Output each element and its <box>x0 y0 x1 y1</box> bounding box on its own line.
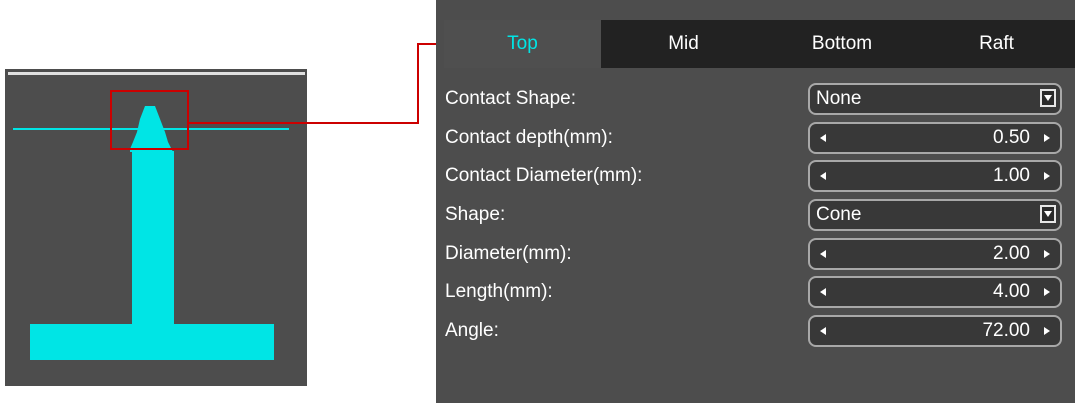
angle-label: Angle: <box>445 320 499 342</box>
setting-row-contact-depth: Contact depth(mm): 0.50 <box>436 119 1075 158</box>
increment-arrow-icon[interactable] <box>1038 240 1056 268</box>
support-column <box>132 151 174 327</box>
dropdown-arrow-icon[interactable] <box>1040 89 1056 107</box>
tab-raft[interactable]: Raft <box>918 20 1075 68</box>
support-preview-canvas <box>8 72 305 360</box>
support-settings-panel: Top Mid Bottom Raft Contact Shape: None … <box>436 0 1075 403</box>
increment-arrow-icon[interactable] <box>1038 162 1056 190</box>
tab-top[interactable]: Top <box>444 20 601 68</box>
increment-arrow-icon[interactable] <box>1038 278 1056 306</box>
increment-arrow-icon[interactable] <box>1038 317 1056 345</box>
tab-bottom[interactable]: Bottom <box>766 20 918 68</box>
diameter-label: Diameter(mm): <box>445 242 572 264</box>
angle-spinner[interactable]: 72.00 <box>808 315 1062 348</box>
diameter-value: 2.00 <box>993 242 1030 264</box>
setting-row-diameter: Diameter(mm): 2.00 <box>436 235 1075 274</box>
setting-row-shape: Shape: Cone <box>436 196 1075 235</box>
increment-arrow-icon[interactable] <box>1038 124 1056 152</box>
contact-diameter-label: Contact Diameter(mm): <box>445 165 643 187</box>
angle-value: 72.00 <box>982 320 1030 342</box>
contact-shape-label: Contact Shape: <box>445 88 576 109</box>
length-spinner[interactable]: 4.00 <box>808 276 1062 309</box>
contact-shape-select[interactable]: None <box>808 83 1062 115</box>
setting-row-length: Length(mm): 4.00 <box>436 273 1075 312</box>
plate-line <box>8 72 305 75</box>
setting-row-contact-diameter: Contact Diameter(mm): 1.00 <box>436 157 1075 196</box>
contact-diameter-spinner[interactable]: 1.00 <box>808 160 1062 193</box>
length-value: 4.00 <box>993 281 1030 303</box>
dropdown-arrow-icon[interactable] <box>1040 205 1056 224</box>
shape-value: Cone <box>816 204 862 226</box>
contact-depth-label: Contact depth(mm): <box>445 126 613 148</box>
contact-depth-spinner[interactable]: 0.50 <box>808 121 1062 154</box>
shape-label: Shape: <box>445 204 506 226</box>
contact-shape-value: None <box>816 88 862 109</box>
setting-row-angle: Angle: 72.00 <box>436 312 1075 351</box>
decrement-arrow-icon[interactable] <box>814 124 832 152</box>
support-base <box>30 324 274 360</box>
setting-row-contact-shape: Contact Shape: None <box>436 80 1075 119</box>
tab-mid[interactable]: Mid <box>601 20 766 68</box>
contact-depth-value: 0.50 <box>993 126 1030 148</box>
contact-diameter-value: 1.00 <box>993 165 1030 187</box>
length-label: Length(mm): <box>445 281 553 303</box>
decrement-arrow-icon[interactable] <box>814 278 832 306</box>
decrement-arrow-icon[interactable] <box>814 317 832 345</box>
panel-top-strip <box>436 0 1075 20</box>
support-preview <box>5 69 307 386</box>
diameter-spinner[interactable]: 2.00 <box>808 237 1062 270</box>
settings-list: Contact Shape: None Contact depth(mm): 0… <box>436 80 1075 351</box>
shape-select[interactable]: Cone <box>808 199 1062 232</box>
tab-bar: Top Mid Bottom Raft <box>444 20 1075 68</box>
decrement-arrow-icon[interactable] <box>814 162 832 190</box>
decrement-arrow-icon[interactable] <box>814 240 832 268</box>
